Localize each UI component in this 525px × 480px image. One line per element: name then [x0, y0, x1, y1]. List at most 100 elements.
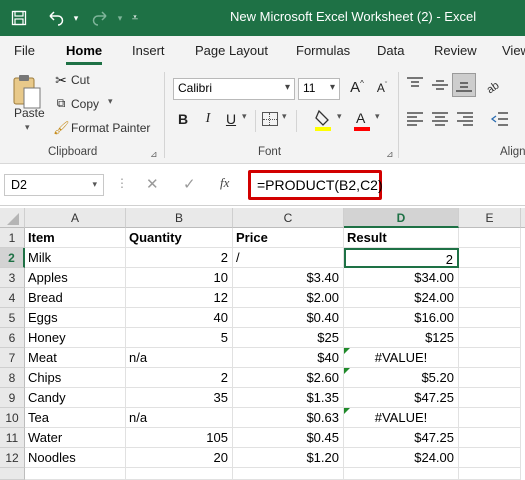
- name-box[interactable]: D2 ▾: [4, 174, 104, 196]
- row-header[interactable]: 5: [0, 308, 25, 328]
- row-header[interactable]: 4: [0, 288, 25, 308]
- cell-d9[interactable]: $47.25: [344, 388, 459, 408]
- grow-font-icon[interactable]: A^: [346, 79, 368, 96]
- tab-page-layout[interactable]: Page Layout: [195, 43, 268, 58]
- insert-function-icon[interactable]: fx: [220, 175, 229, 191]
- font-color-icon[interactable]: A: [352, 108, 372, 132]
- orientation-icon[interactable]: ab: [484, 74, 506, 96]
- enter-icon[interactable]: ✓: [183, 175, 196, 193]
- borders-dropdown-icon[interactable]: ▾: [282, 111, 287, 122]
- fill-color-icon[interactable]: [313, 108, 335, 132]
- align-center-icon[interactable]: [430, 110, 450, 128]
- undo-dropdown-icon[interactable]: ▾: [70, 8, 82, 28]
- cell-e11[interactable]: [459, 428, 521, 448]
- cell-a2[interactable]: Milk: [25, 248, 126, 268]
- chevron-down-icon[interactable]: ▾: [92, 179, 97, 190]
- row-header[interactable]: 9: [0, 388, 25, 408]
- cell-b4[interactable]: 12: [126, 288, 233, 308]
- cell-a9[interactable]: Candy: [25, 388, 126, 408]
- cell-c11[interactable]: $0.45: [233, 428, 344, 448]
- paste-dropdown-icon[interactable]: ▾: [25, 122, 30, 133]
- row-header[interactable]: [0, 468, 25, 480]
- cell-b7[interactable]: n/a: [126, 348, 233, 368]
- row-header[interactable]: 2: [0, 248, 25, 268]
- cell-a3[interactable]: Apples: [25, 268, 126, 288]
- cell-e6[interactable]: [459, 328, 521, 348]
- chevron-down-icon[interactable]: ▾: [330, 82, 335, 93]
- cell-d6[interactable]: $125: [344, 328, 459, 348]
- font-name-combo[interactable]: Calibri ▾: [173, 78, 295, 100]
- borders-icon[interactable]: [262, 112, 278, 126]
- row-header[interactable]: 8: [0, 368, 25, 388]
- cell-d1[interactable]: Result: [344, 228, 459, 248]
- error-indicator-icon[interactable]: [344, 348, 350, 354]
- tab-formulas[interactable]: Formulas: [296, 43, 350, 58]
- cell-a6[interactable]: Honey: [25, 328, 126, 348]
- cut-button[interactable]: Cut: [71, 73, 90, 87]
- underline-button[interactable]: U: [224, 111, 238, 127]
- formula-input[interactable]: =PRODUCT(B2,C2): [248, 170, 383, 200]
- cell-e2[interactable]: [459, 248, 521, 268]
- cell-d3[interactable]: $34.00: [344, 268, 459, 288]
- cell-c7[interactable]: $40: [233, 348, 344, 368]
- cell-d7[interactable]: #VALUE!: [344, 348, 459, 368]
- cell-c5[interactable]: $0.40: [233, 308, 344, 328]
- tab-data[interactable]: Data: [377, 43, 404, 58]
- cell-d2[interactable]: 2: [344, 248, 459, 268]
- cell-a4[interactable]: Bread: [25, 288, 126, 308]
- select-all-corner[interactable]: [0, 208, 25, 228]
- cell-e1[interactable]: [459, 228, 521, 248]
- cell-d5[interactable]: $16.00: [344, 308, 459, 328]
- decrease-indent-icon[interactable]: [490, 110, 510, 128]
- cell-a8[interactable]: Chips: [25, 368, 126, 388]
- align-bottom-icon[interactable]: [452, 73, 476, 97]
- row-header[interactable]: 11: [0, 428, 25, 448]
- tab-review[interactable]: Review: [434, 43, 477, 58]
- paste-button[interactable]: Paste: [14, 106, 45, 120]
- font-color-dropdown-icon[interactable]: ▾: [375, 111, 380, 122]
- tab-insert[interactable]: Insert: [132, 43, 165, 58]
- cell-b11[interactable]: 105: [126, 428, 233, 448]
- row-header[interactable]: 6: [0, 328, 25, 348]
- cell-b9[interactable]: 35: [126, 388, 233, 408]
- cut-icon[interactable]: ✂: [53, 72, 69, 89]
- cell-e3[interactable]: [459, 268, 521, 288]
- underline-dropdown-icon[interactable]: ▾: [242, 111, 247, 122]
- cancel-icon[interactable]: ✕: [146, 175, 159, 193]
- cell-a5[interactable]: Eggs: [25, 308, 126, 328]
- font-size-combo[interactable]: 11 ▾: [298, 78, 340, 100]
- tab-view[interactable]: View: [502, 43, 525, 58]
- column-header-a[interactable]: A: [25, 208, 126, 228]
- column-header-d[interactable]: D: [344, 208, 459, 228]
- align-top-icon[interactable]: [405, 76, 425, 94]
- cell-b5[interactable]: 40: [126, 308, 233, 328]
- italic-button[interactable]: I: [201, 111, 215, 127]
- column-header-e[interactable]: E: [459, 208, 521, 228]
- copy-button[interactable]: Copy: [71, 97, 99, 111]
- row-header[interactable]: 12: [0, 448, 25, 468]
- cell-e8[interactable]: [459, 368, 521, 388]
- cell-b12[interactable]: 20: [126, 448, 233, 468]
- copy-icon[interactable]: ⧉: [53, 96, 69, 111]
- row-header[interactable]: 1: [0, 228, 25, 248]
- cell-c2[interactable]: /: [233, 248, 344, 268]
- cell-d4[interactable]: $24.00: [344, 288, 459, 308]
- cell-c3[interactable]: $3.40: [233, 268, 344, 288]
- error-indicator-icon[interactable]: [344, 408, 350, 414]
- cell-a1[interactable]: Item: [25, 228, 126, 248]
- row-header[interactable]: 3: [0, 268, 25, 288]
- cell-a13[interactable]: [25, 468, 126, 480]
- cell-a12[interactable]: Noodles: [25, 448, 126, 468]
- cell-b3[interactable]: 10: [126, 268, 233, 288]
- cell-c9[interactable]: $1.35: [233, 388, 344, 408]
- cell-b13[interactable]: [126, 468, 233, 480]
- cell-c8[interactable]: $2.60: [233, 368, 344, 388]
- cell-a10[interactable]: Tea: [25, 408, 126, 428]
- cell-a11[interactable]: Water: [25, 428, 126, 448]
- row-header[interactable]: 7: [0, 348, 25, 368]
- undo-icon[interactable]: [44, 8, 68, 28]
- customize-icon[interactable]: ⩡: [128, 8, 142, 28]
- cell-d10[interactable]: #VALUE!: [344, 408, 459, 428]
- format-painter-icon[interactable]: 🖌: [53, 120, 70, 136]
- cell-d11[interactable]: $47.25: [344, 428, 459, 448]
